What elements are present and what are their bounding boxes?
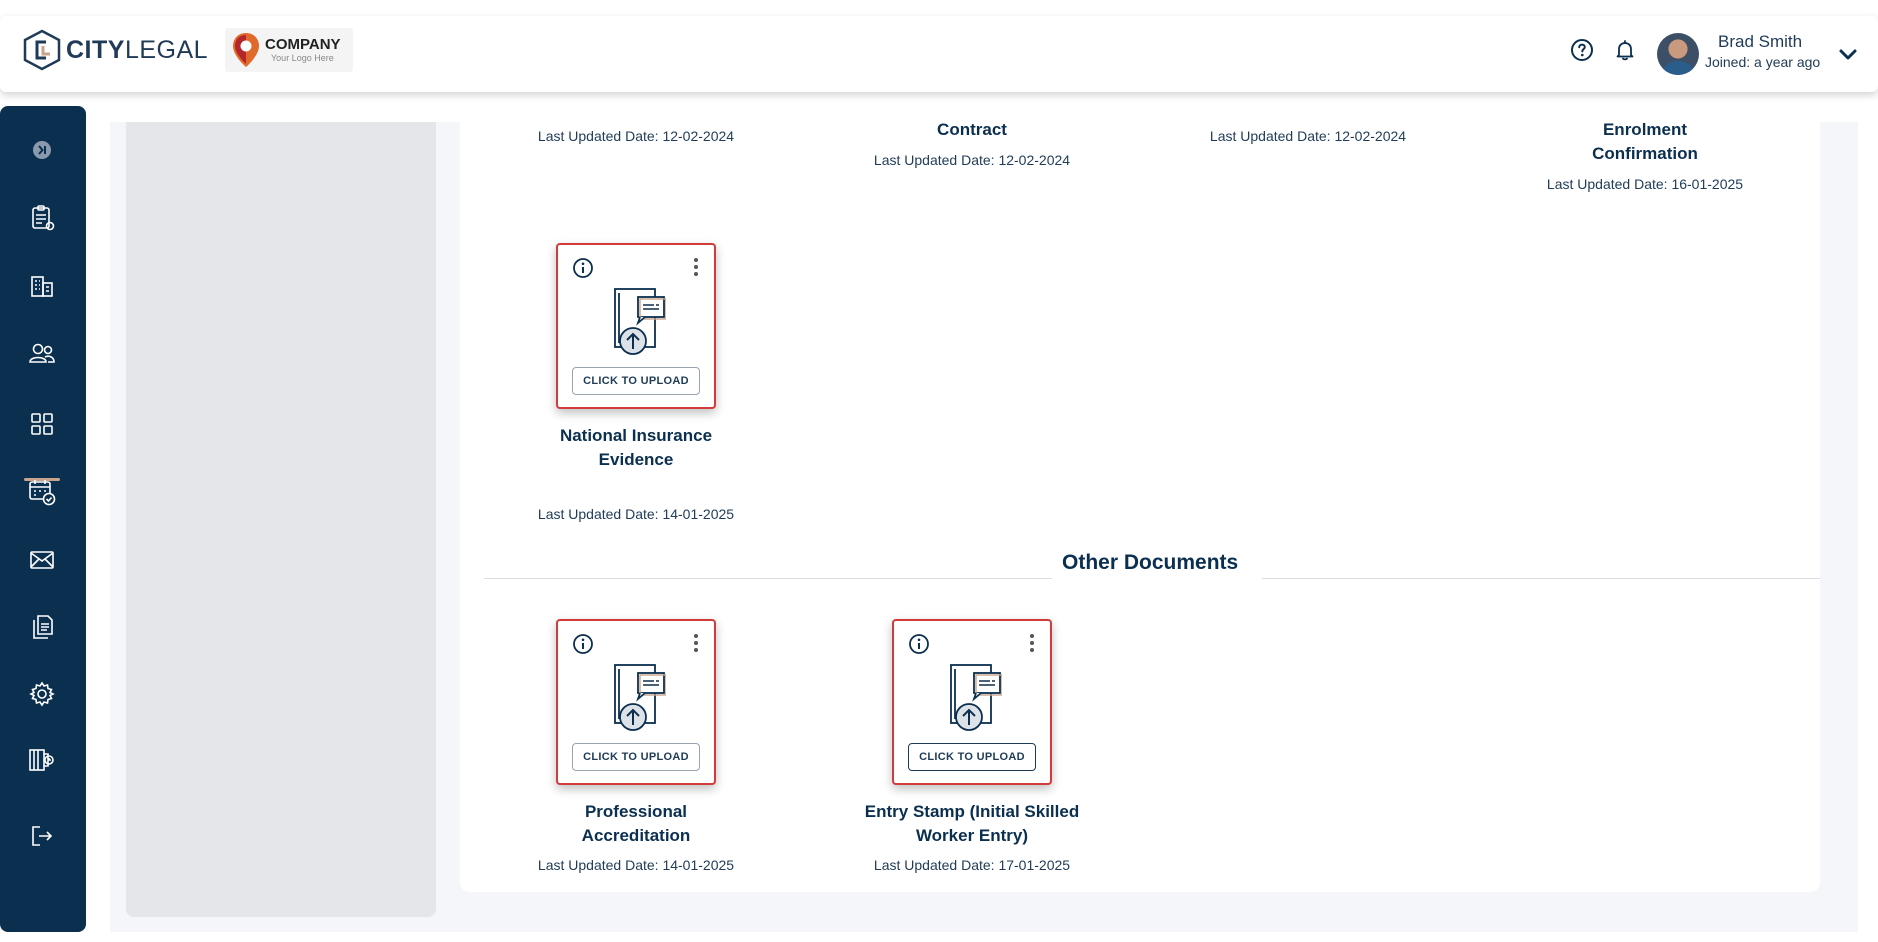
- logout-icon[interactable]: [22, 816, 62, 856]
- company-tagline: Your Logo Here: [271, 53, 334, 63]
- calendar-check-icon[interactable]: [22, 472, 62, 512]
- document-card[interactable]: CLICK TO UPLOAD: [556, 619, 716, 785]
- more-options-icon[interactable]: [692, 633, 700, 658]
- doc-title: National Insurance Evidence: [559, 426, 713, 469]
- user-avatar[interactable]: [1657, 33, 1699, 75]
- settings-gear-icon[interactable]: [22, 674, 62, 714]
- doc-updated-date: Last Updated Date: 16-01-2025: [1546, 176, 1744, 192]
- doc-updated-date: Last Updated Date: 12-02-2024: [1209, 128, 1407, 144]
- building-icon[interactable]: [22, 266, 62, 306]
- user-joined: Joined: a year ago: [1705, 54, 1821, 70]
- company-name: COMPANY: [265, 36, 341, 53]
- more-options-icon[interactable]: [692, 257, 700, 282]
- left-panel: [126, 122, 436, 917]
- doc-updated-date: Last Updated Date: 14-01-2025: [537, 857, 735, 873]
- users-icon[interactable]: [22, 334, 62, 374]
- citylegal-logo[interactable]: CITYLEGAL: [22, 28, 208, 72]
- document-upload-icon: [946, 663, 1003, 738]
- document-upload-icon: [610, 663, 667, 738]
- document-card[interactable]: CLICK TO UPLOAD: [892, 619, 1052, 785]
- info-icon[interactable]: [572, 257, 594, 284]
- documents-icon[interactable]: [22, 606, 62, 646]
- section-divider: [484, 578, 1052, 579]
- doc-title: Enrolment Confirmation: [1592, 120, 1698, 163]
- company-logo: COMPANY Your Logo Here: [225, 28, 353, 72]
- top-bar: CITYLEGAL COMPANY Your Logo Here Brad Sm…: [0, 16, 1878, 92]
- sidebar-expand-icon[interactable]: [22, 130, 62, 170]
- doc-title: Entry Stamp (Initial Skilled Worker Entr…: [864, 802, 1080, 845]
- document-card[interactable]: CLICK TO UPLOAD: [556, 243, 716, 409]
- location-pin-icon: [233, 33, 259, 67]
- doc-title: Professional Accreditation: [581, 802, 691, 845]
- checklist-icon[interactable]: [22, 198, 62, 238]
- citylegal-logo-icon: [23, 29, 61, 71]
- doc-updated-date: Last Updated Date: 12-02-2024: [537, 128, 735, 144]
- document-upload-icon: [610, 287, 667, 362]
- doc-updated-date: Last Updated Date: 17-01-2025: [873, 857, 1071, 873]
- dashboard-grid-icon[interactable]: [22, 404, 62, 444]
- click-to-upload-button[interactable]: CLICK TO UPLOAD: [908, 743, 1036, 771]
- user-name: Brad Smith: [1718, 32, 1803, 51]
- click-to-upload-button[interactable]: CLICK TO UPLOAD: [572, 367, 700, 395]
- chevron-down-icon[interactable]: [1838, 48, 1858, 67]
- sidebar: [0, 106, 86, 932]
- notification-bell-icon[interactable]: [1613, 38, 1637, 67]
- section-title-other-documents: Other Documents: [1062, 551, 1239, 574]
- doc-updated-date: Last Updated Date: 12-02-2024: [873, 152, 1071, 168]
- info-icon[interactable]: [908, 633, 930, 660]
- section-divider: [1262, 578, 1820, 579]
- more-options-icon[interactable]: [1028, 633, 1036, 658]
- click-to-upload-button[interactable]: CLICK TO UPLOAD: [572, 743, 700, 771]
- reports-icon[interactable]: [22, 740, 62, 780]
- help-icon[interactable]: [1570, 38, 1594, 67]
- mail-icon[interactable]: [22, 540, 62, 580]
- citylegal-wordmark: CITYLEGAL: [66, 35, 209, 64]
- doc-updated-date: Last Updated Date: 14-01-2025: [537, 506, 735, 522]
- info-icon[interactable]: [572, 633, 594, 660]
- doc-title: Contract: [937, 120, 1007, 139]
